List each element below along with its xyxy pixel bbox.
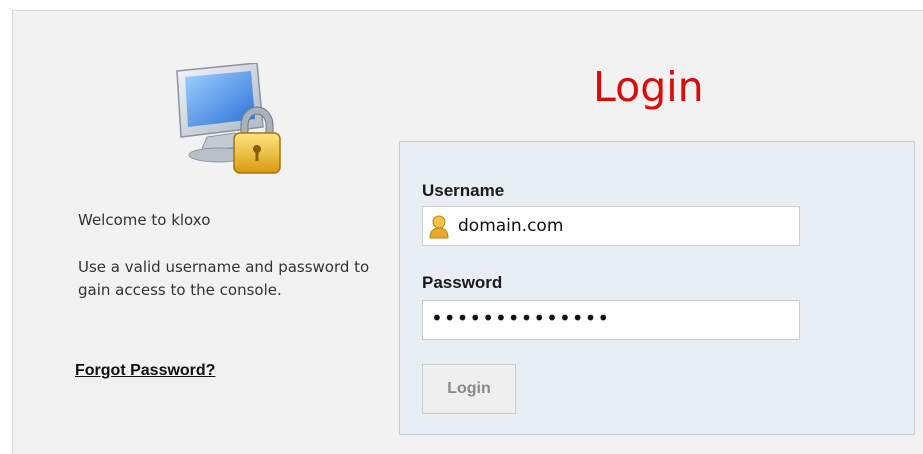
user-icon (429, 215, 449, 239)
login-form: Username domain.com Password •••••••••••… (399, 141, 915, 435)
username-value: domain.com (458, 216, 564, 236)
forgot-password-link[interactable]: Forgot Password? (75, 362, 215, 380)
username-input[interactable]: domain.com (422, 206, 800, 246)
login-panel: Welcome to kloxo Use a valid username an… (12, 10, 923, 454)
welcome-text: Welcome to kloxo (78, 211, 211, 229)
username-label: Username (422, 181, 505, 200)
password-value: •••••••••••••• (431, 306, 611, 330)
page-title: Login (593, 63, 704, 111)
instructions-text: Use a valid username and password to gai… (78, 258, 370, 299)
password-label: Password (422, 273, 503, 292)
monitor-lock-icon (176, 63, 281, 174)
login-button[interactable]: Login (422, 364, 516, 414)
password-input[interactable]: •••••••••••••• (422, 300, 800, 340)
